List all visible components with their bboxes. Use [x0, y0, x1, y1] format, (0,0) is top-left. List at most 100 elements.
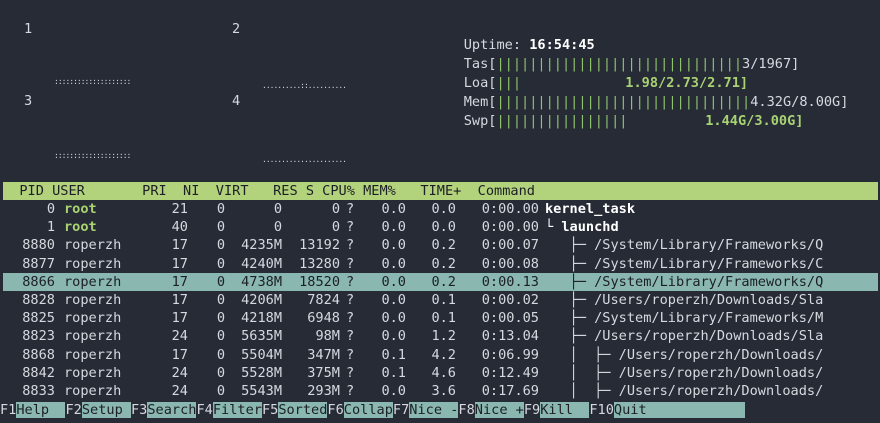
fkey-4: F4 [196, 402, 213, 418]
fkey-3-button[interactable]: Search [147, 402, 197, 418]
process-user: roperzh [64, 292, 122, 308]
process-pri: 17 [171, 292, 188, 308]
fkey-8-button[interactable]: Nice + [474, 402, 524, 418]
process-res: 0 [331, 219, 340, 236]
process-row[interactable]: 8828 roperzh 17 0 4206M 7824? 0.0 0.1 0:00.02 ├─… [3, 291, 878, 309]
process-pid: 8868 [22, 346, 55, 363]
process-s: ? [346, 201, 355, 217]
process-s: ? [346, 237, 355, 254]
process-ni: 0 [216, 310, 225, 327]
process-ni: 0 [216, 273, 225, 290]
process-res: 98M [315, 328, 340, 345]
fkey-1: F1 [0, 402, 17, 418]
process-time: 0:13.04 [481, 328, 539, 345]
process-time: 0:00.02 [481, 292, 539, 308]
process-row[interactable]: 8833 roperzh 24 0 5543M 293M? 0.0 3.6 0:17.69 │ … [3, 382, 878, 400]
process-time: 0:00.00 [481, 201, 539, 217]
cpu-1-label: 1 [24, 21, 33, 37]
process-pid: 8880 [22, 237, 55, 254]
swap-meter: Swp[|||||||||||||||| 1.44G/3.00G] [431, 94, 848, 129]
process-row[interactable]: 8880 roperzh 17 0 4235M 13192? 0.0 0.2 0:00.07 ├… [3, 236, 878, 254]
fkey-6-button[interactable]: Collap [343, 402, 393, 418]
process-time: 0:00.05 [481, 310, 539, 327]
process-row[interactable]: 8868 roperzh 17 0 5504M 347M? 0.1 4.2 0:06.99 │ … [3, 346, 878, 364]
process-row[interactable]: 1 root 40 0 0 0? 0.0 0.0 0:00.00 └ launchd [3, 218, 878, 236]
process-mem: 0.2 [431, 273, 456, 290]
function-key-bar: F1Help F2Setup F3SearchF4FilterF5SortedF… [0, 401, 880, 419]
process-time: 0:00.13 [481, 273, 539, 290]
process-cmd: ├─ /Users/roperzh/Downloads/Sla [545, 292, 824, 308]
process-mem: 4.2 [431, 346, 456, 363]
process-cmd: ├─ /System/Library/Frameworks/Q [545, 237, 824, 254]
process-s: ? [346, 310, 355, 327]
cpu-3-graph: :::::::::::::::::::: [54, 151, 131, 160]
process-pri: 24 [171, 328, 188, 345]
process-cmd: │ ├─ /Users/roperzh/Downloads/ [545, 383, 824, 399]
process-ni: 0 [216, 328, 225, 345]
process-virt: 5635M [241, 328, 282, 345]
process-pri: 40 [171, 219, 188, 236]
cpu-4-label: 4 [232, 93, 241, 109]
process-res: 293M [307, 383, 340, 399]
process-ni: 0 [216, 292, 225, 308]
process-cpu: 0.0 [381, 310, 406, 327]
process-table-header[interactable]: PID USER PRI NI VIRT RES S CPU% MEM% TIM… [3, 182, 878, 200]
fkey-10-button[interactable]: Quit [613, 402, 745, 418]
process-virt: 4235M [241, 237, 282, 254]
fkey-9: F9 [523, 402, 541, 418]
fkey-4-button[interactable]: Filter [212, 402, 262, 418]
fkey-5-button[interactable]: Sorted [278, 402, 328, 418]
process-time: 0:12.49 [481, 364, 539, 381]
meters-panel: Uptime: 16:54:45 Tas[|||||||||||||||||||… [431, 18, 849, 129]
process-mem: 0.0 [431, 219, 456, 236]
process-ni: 0 [216, 364, 225, 381]
fkey-1-button[interactable]: Help [16, 402, 66, 418]
process-s: ? [346, 383, 355, 399]
process-virt: 4738M [241, 273, 282, 290]
process-ni: 0 [216, 346, 225, 363]
process-cpu: 0.1 [381, 364, 406, 381]
process-pri: 17 [171, 237, 188, 254]
process-user: root [64, 219, 97, 236]
process-virt: 5543M [241, 383, 282, 399]
process-ni: 0 [216, 237, 225, 254]
process-row[interactable]: 0 root 21 0 0 0? 0.0 0.0 0:00.00 kernel_task [3, 200, 878, 218]
cpu-1-graph: :::::::::::::::::::: [54, 77, 131, 86]
process-pid: 8866 [22, 273, 55, 290]
process-mem: 0.2 [431, 255, 456, 272]
process-cpu: 0.0 [381, 292, 406, 308]
process-virt: 0 [273, 201, 282, 217]
process-time: 0:17.69 [481, 383, 539, 399]
process-cpu: 0.0 [381, 255, 406, 272]
process-cmd: │ ├─ /Users/roperzh/Downloads/ [545, 346, 824, 363]
fkey-8: F8 [458, 402, 475, 418]
process-row[interactable]: 8842 roperzh 24 0 5528M 375M? 0.1 4.6 0:12.49 │ … [3, 364, 878, 382]
process-cmd: │ ├─ /Users/roperzh/Downloads/ [545, 364, 824, 381]
process-row[interactable]: 8825 roperzh 17 0 4218M 6948? 0.0 0.1 0:00.05 ├─… [3, 309, 878, 327]
fkey-2-button[interactable]: Setup [81, 402, 131, 418]
process-row[interactable]: 8823 roperzh 24 0 5635M 98M? 0.0 1.2 0:13.04 ├─ … [3, 327, 878, 345]
process-row[interactable]: 8877 roperzh 17 0 4240M 13280? 0.0 0.2 0:00.08 ├… [3, 255, 878, 273]
process-cmd: ├─ /System/Library/Frameworks/M [545, 310, 824, 327]
process-time: 0:00.07 [481, 237, 539, 254]
process-virt: 4206M [241, 292, 282, 308]
process-s: ? [346, 219, 355, 236]
process-user: roperzh [64, 328, 122, 345]
process-pid: 8825 [22, 310, 55, 327]
process-row[interactable]: 8866 roperzh 17 0 4738M 18520? 0.0 0.2 0:00.13 ├… [3, 272, 878, 291]
process-pri: 17 [171, 273, 188, 290]
process-s: ? [346, 346, 355, 363]
fkey-7-button[interactable]: Nice - [409, 402, 459, 418]
process-cmd: ├─ /System/Library/Frameworks/Q [545, 273, 824, 290]
process-res: 7824 [307, 292, 340, 308]
process-pid: 8823 [22, 328, 55, 345]
process-pid: 8833 [22, 383, 55, 399]
process-s: ? [346, 328, 355, 345]
fkey-5: F5 [261, 402, 279, 418]
process-pri: 24 [171, 364, 188, 381]
process-mem: 1.2 [431, 328, 456, 345]
cpu-3-label: 3 [24, 93, 33, 109]
process-user: roperzh [64, 255, 122, 272]
fkey-9-button[interactable]: Kill [540, 402, 590, 418]
process-pri: 17 [171, 255, 188, 272]
